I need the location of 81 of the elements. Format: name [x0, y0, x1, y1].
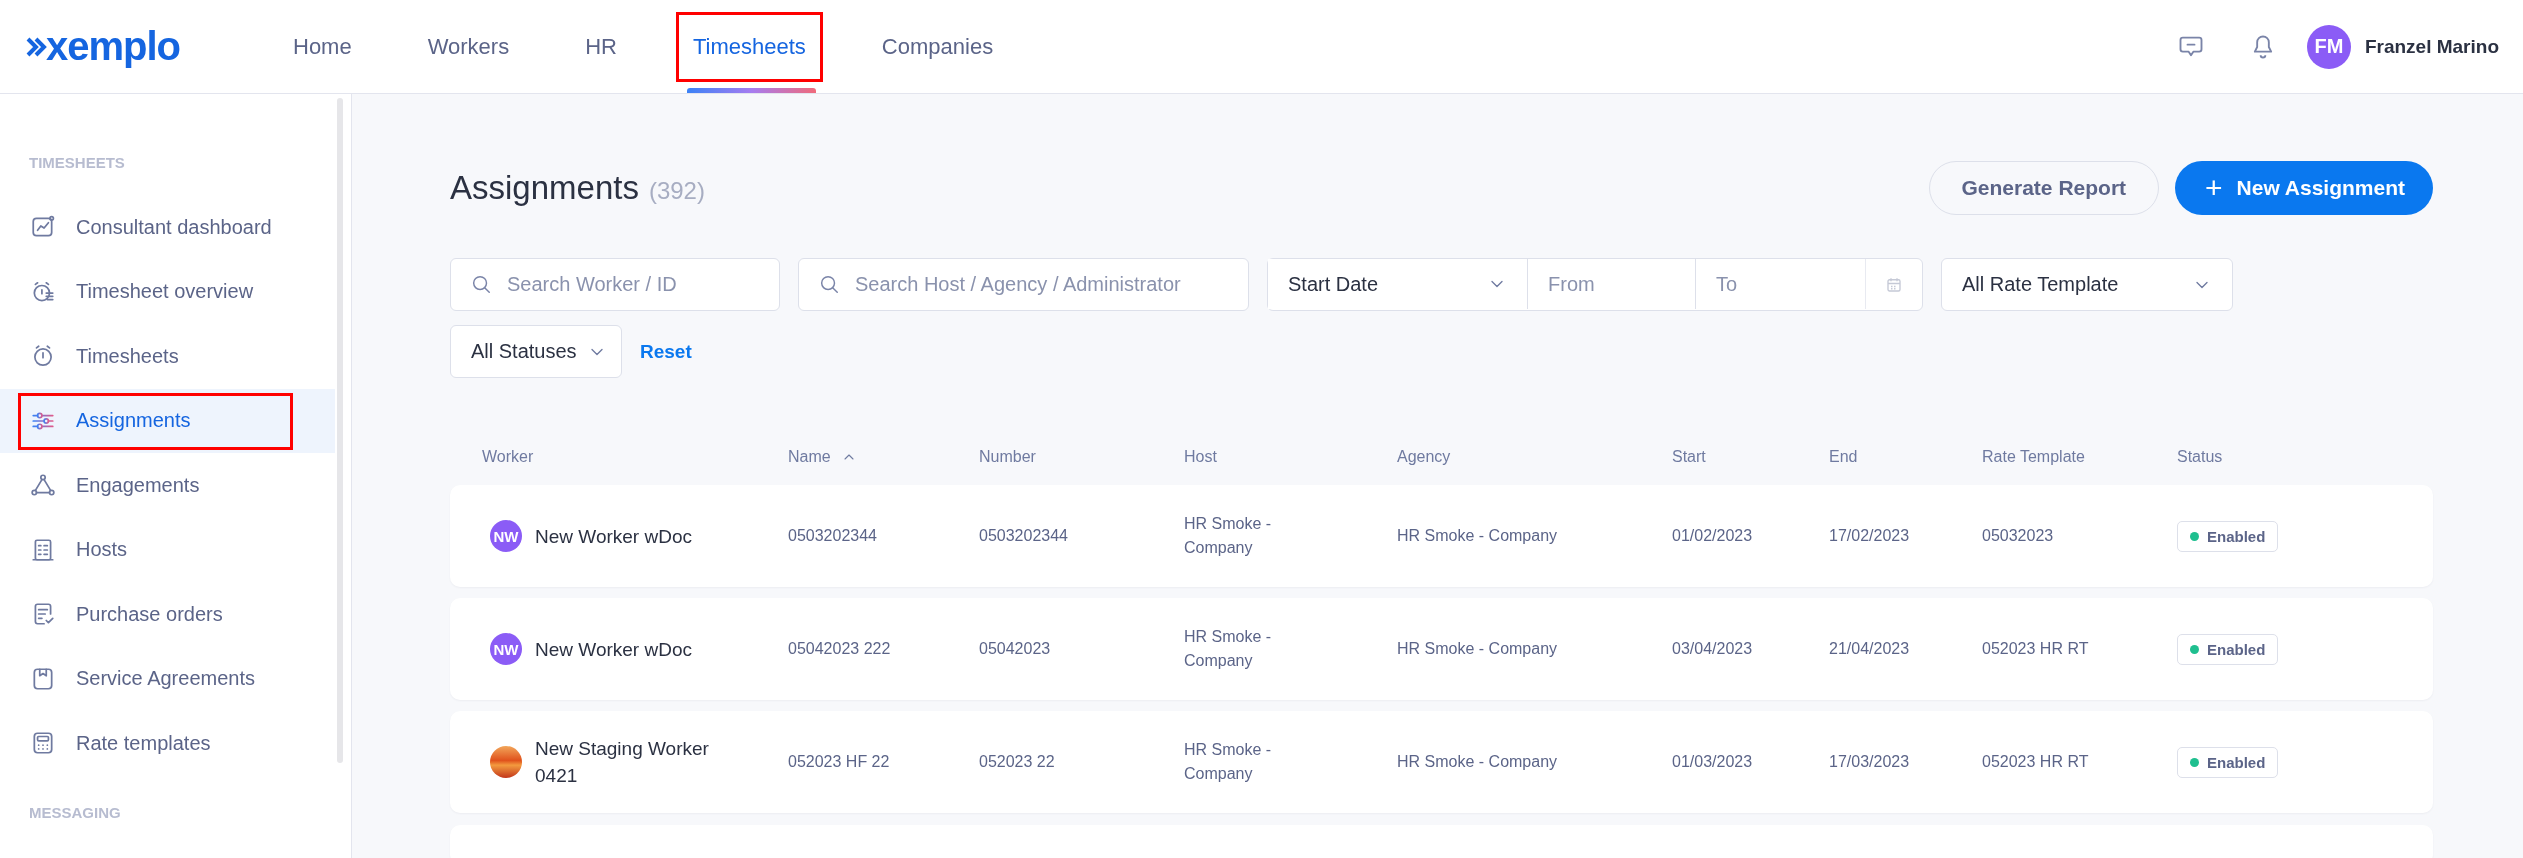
sidebar-item[interactable]: Service Agreements	[0, 646, 335, 711]
worker-name[interactable]: New Worker wDoc	[535, 522, 755, 550]
date-cell-text: 01/02/2023	[1672, 526, 1754, 546]
worker-avatar: NW	[490, 633, 522, 665]
generate-report-button[interactable]: Generate Report	[1928, 161, 2160, 215]
dropdown[interactable]: All Rate Template	[1941, 258, 2233, 311]
name-cell-text: 05042023 222	[788, 639, 892, 659]
date-cell-text: 21/04/2023	[1829, 639, 1911, 659]
avatar-picture	[490, 746, 522, 778]
agency-cell-text: HR Smoke - Company	[1397, 526, 1559, 546]
reset-link[interactable]: Reset	[640, 340, 692, 363]
status-badge: Enabled	[2177, 520, 2279, 552]
date-cell-text: 01/03/2023	[1672, 752, 1754, 772]
column-header[interactable]: Number	[979, 448, 1184, 466]
search-icon	[470, 273, 492, 295]
number-cell-text: 05042023	[979, 639, 1052, 659]
sidebar-item[interactable]: Consultant dashboard	[0, 195, 335, 260]
column-header[interactable]: Start	[1672, 448, 1829, 466]
number-cell-text: 0503202344	[979, 526, 1069, 546]
date-range-filter[interactable]: Start Date From To	[1267, 258, 1923, 311]
table-row[interactable]: NW New Worker wDoc 0503202344 0503202344 HR Smoke - Company HR Smoke - Company 01/02/2023 17/02/2023 05032023 Enabled	[450, 485, 2433, 587]
sidebar-item[interactable]: Timesheet overview	[0, 259, 335, 324]
search-field[interactable]: Search Host / Agency / Administrator	[798, 258, 1249, 311]
menu-item-icon	[30, 665, 56, 692]
new-assignment-button[interactable]: + New Assignment	[2175, 161, 2433, 215]
date-field[interactable]: From	[1528, 259, 1696, 309]
search-icon	[818, 273, 840, 295]
date-cell-text: 17/02/2023	[1829, 526, 1911, 546]
host-cell-text: HR Smoke - Company	[1184, 627, 1273, 671]
nav-tab[interactable]: HR	[568, 11, 634, 82]
dropdown[interactable]: Start Date	[1268, 259, 1528, 309]
rate-template-cell-text: 05032023	[1982, 526, 2055, 546]
date-cell-text: 17/03/2023	[1829, 752, 1911, 772]
worker-name[interactable]: New Staging Worker 0421	[535, 735, 755, 789]
nav-tab[interactable]: Companies	[864, 11, 1011, 82]
user-avatar[interactable]: FM	[2306, 24, 2351, 69]
name-cell-text: 0503202344	[788, 526, 878, 546]
column-header[interactable]: Name	[788, 448, 979, 466]
calendar-icon	[1885, 275, 1903, 294]
table-row[interactable]: NW New Worker wDoc 05042023 222 05042023 HR Smoke - Company HR Smoke - Company 03/04/2023 21/04/2023 052023 HR RT Enabled	[450, 598, 2433, 700]
worker-name[interactable]: New Worker wDoc	[535, 635, 755, 663]
status-badge: Enabled	[2177, 746, 2279, 778]
nav-tab[interactable]: Home	[276, 11, 369, 82]
sidebar-item[interactable]: Rate templates	[0, 711, 335, 776]
host-cell-text: HR Smoke - Company	[1184, 740, 1273, 784]
date-field[interactable]: To	[1696, 259, 1866, 309]
scrollbar[interactable]	[337, 98, 343, 763]
menu-item-icon	[30, 472, 56, 499]
column-header[interactable]: Agency	[1397, 448, 1672, 466]
search-field[interactable]: Search Worker / ID	[450, 258, 780, 311]
number-cell-text: 052023 22	[979, 752, 1056, 772]
column-header[interactable]: Status	[2177, 448, 2433, 466]
sidebar-item[interactable]: Hosts	[0, 517, 335, 582]
host-cell-text: HR Smoke - Company	[1184, 514, 1273, 558]
logo[interactable]: xemplo	[26, 24, 206, 69]
record-count: (392)	[648, 177, 705, 205]
menu-item-icon	[30, 730, 56, 757]
section-heading: MESSAGING	[28, 803, 122, 821]
nav-tab[interactable]: Workers	[410, 11, 527, 82]
column-header[interactable]: Rate Template	[1982, 448, 2177, 466]
sidebar-item[interactable]: Purchase orders	[0, 582, 335, 647]
worker-avatar: NW	[490, 520, 522, 552]
name-cell-text: 052023 HF 22	[788, 752, 891, 772]
status-badge: Enabled	[2177, 633, 2279, 665]
date-cell-text: 03/04/2023	[1672, 639, 1754, 659]
agency-cell-text: HR Smoke - Company	[1397, 639, 1559, 659]
sidebar-item[interactable]: Timesheets	[0, 324, 335, 389]
page-title: Assignments	[450, 169, 639, 207]
section-heading: TIMESHEETS	[28, 154, 126, 171]
dropdown[interactable]: All Statuses	[450, 325, 622, 378]
rate-template-cell-text: 052023 HR RT	[1982, 639, 2090, 659]
sidebar-item[interactable]: Assignments	[0, 388, 335, 453]
table-row[interactable]: New Staging Worker 0421 052023 HF 22 052023 22 HR Smoke - Company HR Smoke - Company 01/03/2023 17/03/2023 052023 HR RT Enabled	[450, 711, 2433, 813]
column-header[interactable]: Worker	[482, 448, 788, 466]
column-header[interactable]: End	[1829, 448, 1982, 466]
sidebar-item[interactable]: Engagements	[0, 453, 335, 518]
rate-template-cell-text: 052023 HR RT	[1982, 752, 2090, 772]
user-name[interactable]: Franzel Marino	[2364, 35, 2499, 58]
menu-item-icon	[30, 536, 56, 563]
agency-cell-text: HR Smoke - Company	[1397, 752, 1559, 772]
column-header[interactable]: Host	[1184, 448, 1397, 466]
